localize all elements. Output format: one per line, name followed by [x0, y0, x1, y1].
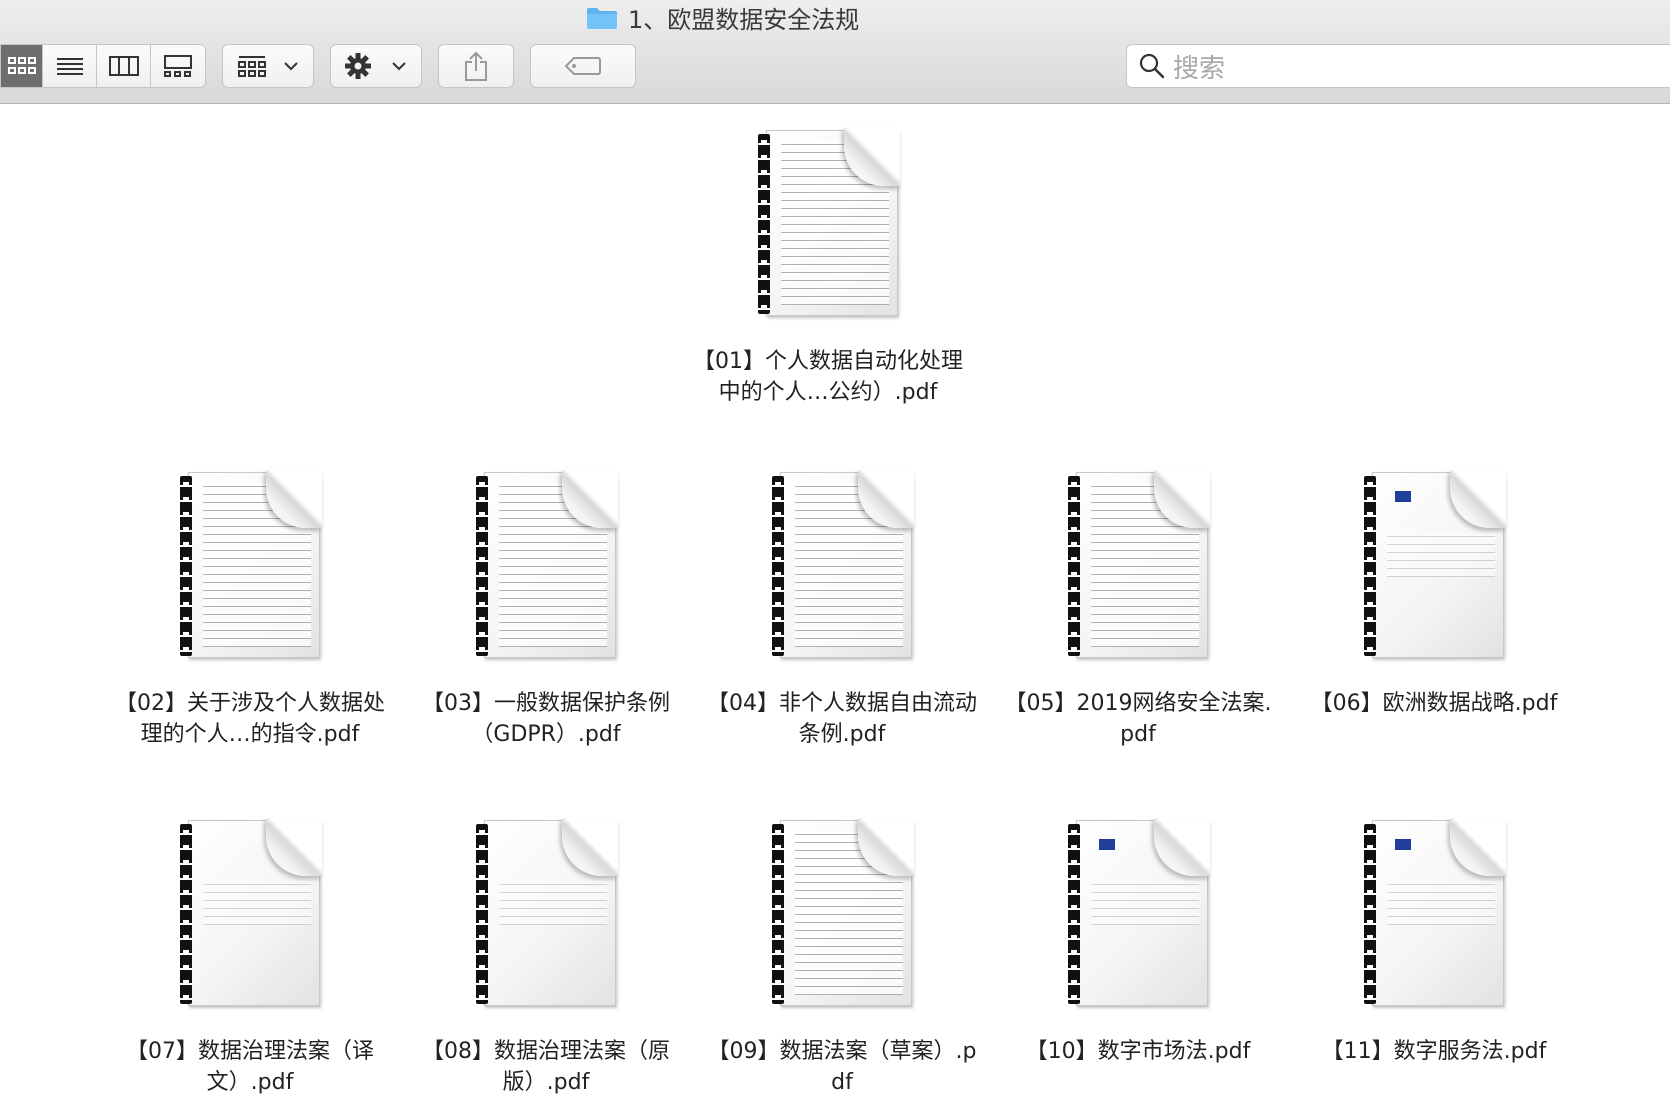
pdf-thumbnail-icon: [772, 470, 914, 662]
pdf-thumbnail-icon: [180, 818, 322, 1010]
file-name: 【03】一般数据保护条例（GDPR）.pdf: [422, 691, 670, 747]
file-grid: 【01】个人数据自动化处理中的个人…公约）.pdf 【02】关于涉及个人数据处理…: [0, 104, 1670, 1108]
window-title-text: 1、欧盟数据安全法规: [628, 5, 860, 34]
file-item[interactable]: 【10】数字市场法.pdf: [998, 818, 1278, 1067]
file-item[interactable]: 【06】欧洲数据战略.pdf: [1294, 470, 1574, 719]
search-icon: [1139, 53, 1165, 79]
icon-view-button[interactable]: [1, 45, 43, 87]
file-item[interactable]: 【11】数字服务法.pdf: [1294, 818, 1574, 1067]
folder-icon: [586, 6, 618, 29]
file-item[interactable]: 【09】数据法案（草案）.pdf: [702, 818, 982, 1098]
search-placeholder: 搜索: [1173, 53, 1226, 84]
pdf-thumbnail-icon: [476, 818, 618, 1010]
file-name: 【09】数据法案（草案）.pdf: [707, 1039, 977, 1095]
gear-icon: [345, 53, 406, 79]
file-item[interactable]: 【08】数据治理法案（原版）.pdf: [406, 818, 686, 1098]
file-name: 【01】个人数据自动化处理中的个人…公约）.pdf: [693, 349, 963, 405]
file-item[interactable]: 【02】关于涉及个人数据处理的个人…的指令.pdf: [110, 470, 390, 750]
file-name: 【10】数字市场法.pdf: [1025, 1039, 1251, 1064]
file-name: 【06】欧洲数据战略.pdf: [1310, 691, 1558, 716]
group-by-icon: [238, 56, 298, 77]
file-item[interactable]: 【03】一般数据保护条例（GDPR）.pdf: [406, 470, 686, 750]
file-name: 【07】数据治理法案（译文）.pdf: [126, 1039, 374, 1095]
file-item[interactable]: 【01】个人数据自动化处理中的个人…公约）.pdf: [688, 128, 968, 408]
file-name: 【05】2019网络安全法案.pdf: [1004, 691, 1272, 747]
finder-window: 1、欧盟数据安全法规 搜索 【01】个人数据自动化处理中的个人…公约）.pdf …: [0, 0, 1670, 1108]
action-button[interactable]: [330, 44, 422, 88]
list-view-icon: [56, 58, 83, 75]
eu-flag-icon: [1395, 839, 1411, 850]
column-view-button[interactable]: [97, 45, 151, 87]
pdf-thumbnail-icon: [772, 818, 914, 1010]
pdf-thumbnail-icon: [476, 470, 618, 662]
pdf-thumbnail-icon: [758, 128, 900, 320]
file-item[interactable]: 【05】2019网络安全法案.pdf: [998, 470, 1278, 750]
file-name: 【11】数字服务法.pdf: [1321, 1039, 1547, 1064]
file-item[interactable]: 【07】数据治理法案（译文）.pdf: [110, 818, 390, 1098]
toolbar-area: 1、欧盟数据安全法规 搜索: [0, 0, 1670, 104]
file-name: 【08】数据治理法案（原版）.pdf: [422, 1039, 670, 1095]
share-button[interactable]: [438, 44, 514, 88]
share-icon: [465, 51, 487, 81]
group-by-button[interactable]: [222, 44, 314, 88]
pdf-thumbnail-icon: [1364, 818, 1506, 1010]
window-title: 1、欧盟数据安全法规: [586, 0, 859, 34]
eu-flag-icon: [1099, 839, 1115, 850]
icon-view-icon: [7, 57, 36, 74]
pdf-thumbnail-icon: [180, 470, 322, 662]
gallery-view-icon: [164, 55, 192, 77]
tag-icon: [565, 57, 601, 75]
list-view-button[interactable]: [43, 45, 97, 87]
file-name: 【02】关于涉及个人数据处理的个人…的指令.pdf: [115, 691, 385, 747]
pdf-thumbnail-icon: [1364, 470, 1506, 662]
pdf-thumbnail-icon: [1068, 818, 1210, 1010]
view-mode-control: [0, 44, 206, 88]
column-view-icon: [108, 56, 139, 76]
file-item[interactable]: 【04】非个人数据自由流动条例.pdf: [702, 470, 982, 750]
search-field[interactable]: 搜索: [1126, 44, 1670, 88]
pdf-thumbnail-icon: [1068, 470, 1210, 662]
file-name: 【04】非个人数据自由流动条例.pdf: [707, 691, 977, 747]
eu-flag-icon: [1395, 491, 1411, 502]
tag-button[interactable]: [530, 44, 636, 88]
gallery-view-button[interactable]: [151, 45, 205, 87]
